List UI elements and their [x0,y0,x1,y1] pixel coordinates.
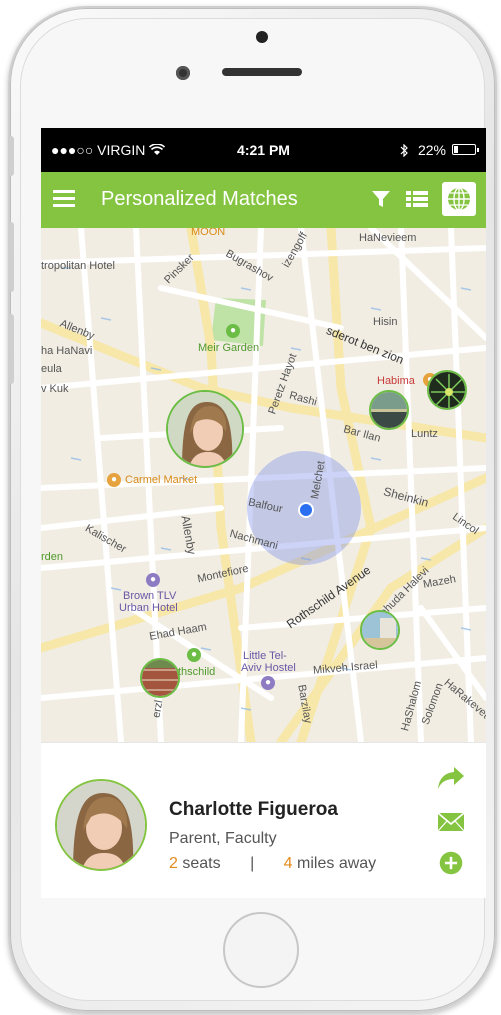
map-label-kuk: v Kuk [41,383,69,395]
volume-up-button [8,222,14,292]
match-marker-bricks[interactable] [140,658,180,698]
map-label-geula: eula [41,363,62,375]
menu-icon[interactable] [53,190,75,208]
match-stats: 2 seats | 4 miles away [169,855,376,873]
map-label-little-tel-aviv: Little Tel- [243,650,287,662]
profile-photo [57,781,145,869]
map-label-carmel-market: Carmel Market [125,474,198,486]
map-label-luntz: Luntz [411,428,438,440]
map-label-hanavi: ha HaNavi [41,345,93,357]
map-label-moon: MOON [191,228,226,238]
battery-percent: 22% [417,142,446,158]
list-view-icon[interactable] [406,191,428,207]
hostel-icon: ● [261,676,275,690]
map-label-aviv-hostel: Aviv Hostel [241,662,296,674]
portrait-image [168,392,242,466]
park-icon-2: ● [187,648,201,662]
place-image [371,392,407,428]
miles-count: 4 [283,855,293,872]
park-icon: ● [226,324,240,338]
map-label-hanevieem: HaNevieem [359,232,417,244]
match-card[interactable]: Charlotte Figueroa Parent, Faculty 2 sea… [41,742,486,898]
map-label-urban-hotel: Urban Hotel [119,602,178,614]
battery-fill [454,146,458,153]
avatar[interactable] [55,779,147,871]
map-label-rothschild: thschild [178,666,216,678]
match-marker-coast[interactable] [360,610,400,650]
mail-icon[interactable] [436,809,466,835]
map-label-metropolitan-hotel: tropolitan Hotel [41,260,115,272]
market-icon: ● [107,473,121,487]
battery-cap [477,148,479,152]
stats-separator: | [250,855,255,872]
place-image-3 [362,612,398,648]
map-label-hisin: Hisin [373,316,398,328]
map-view-toggle[interactable] [442,182,476,216]
battery-status: 22% [400,142,446,158]
match-marker-charlotte[interactable] [166,390,244,468]
hotel-icon: ● [146,573,160,587]
mute-switch [8,136,14,176]
map-view[interactable]: MOON HaNevieem tropolitan Hotel Pinsker … [41,228,486,742]
page-title: Personalized Matches [101,188,298,210]
current-location-dot [298,502,314,518]
match-name: Charlotte Figueroa [169,799,338,820]
map-label-meir-garden: Meir Garden [198,342,260,354]
place-image-4 [142,660,178,696]
earpiece-speaker [222,68,302,76]
bluetooth-icon [400,143,408,158]
globe-icon [448,187,470,211]
app-bar: Personalized Matches [41,172,486,228]
match-role: Parent, Faculty [169,830,277,847]
map-label-brown-tlv: Brown TLV [123,590,177,602]
battery-icon [452,144,479,155]
map-label-habima: Habima [377,375,415,387]
add-icon[interactable] [436,850,466,876]
match-marker-beach[interactable] [369,390,409,430]
miles-label: miles away [297,855,377,872]
place-image-2 [429,372,465,408]
screen: ●●●○○ VIRGIN 4:21 PM 22% Personalized Ma… [41,128,486,898]
home-button[interactable] [223,912,299,988]
map-label-garden-left: rden [41,551,64,563]
seats-count: 2 [169,855,178,872]
front-camera [176,66,190,80]
proximity-sensor [256,31,268,43]
status-bar: ●●●○○ VIRGIN 4:21 PM 22% [41,128,486,172]
share-icon[interactable] [436,765,466,791]
volume-down-button [8,314,14,384]
match-marker-cactus[interactable] [427,370,467,410]
filter-icon[interactable] [372,190,390,208]
seats-label: seats [182,855,221,872]
